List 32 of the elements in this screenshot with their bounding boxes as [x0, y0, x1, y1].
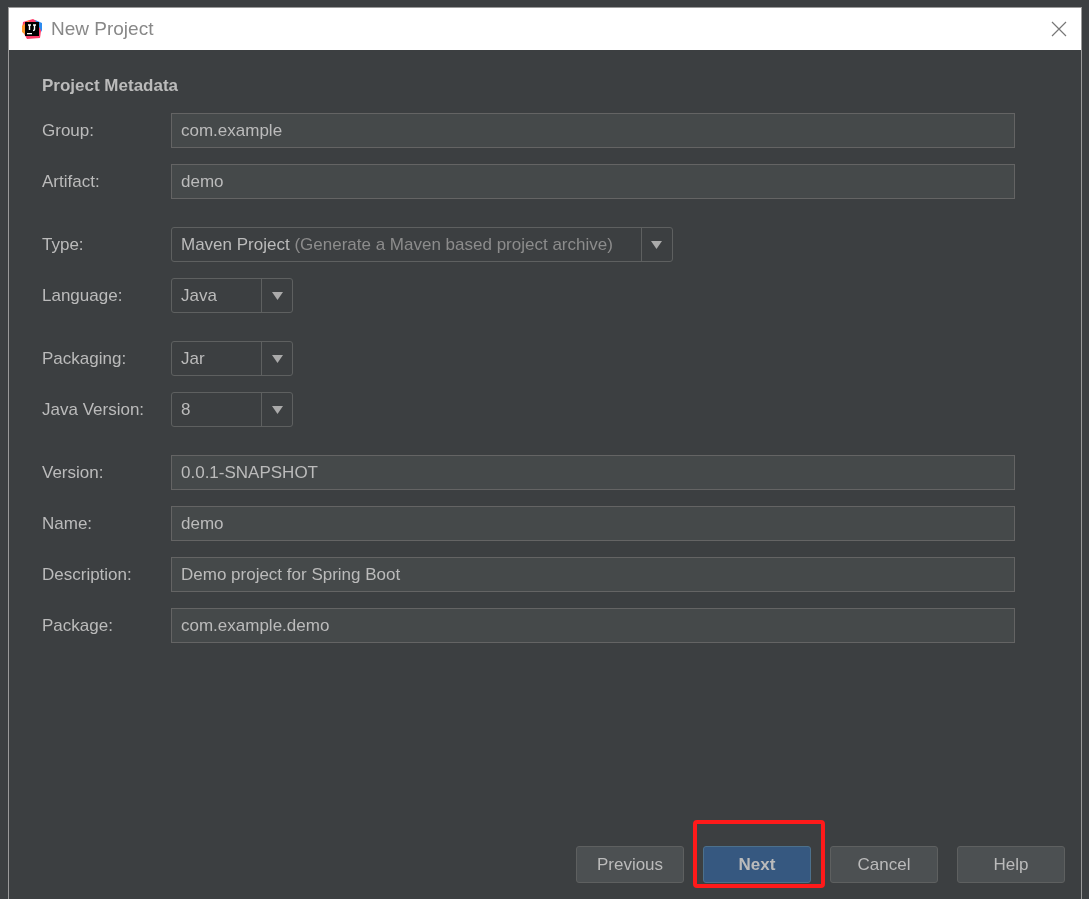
input-field[interactable]: demo: [171, 506, 1015, 541]
window-title: New Project: [51, 18, 155, 40]
caret-icon: [271, 291, 283, 300]
field-label: Java Version:: [42, 399, 146, 420]
field-label: Version:: [42, 462, 105, 483]
field-label: Type:: [42, 234, 85, 255]
field-label: Packaging:: [42, 348, 128, 369]
caret-icon: [271, 405, 283, 414]
caret-icon: [651, 240, 663, 249]
input-field[interactable]: demo: [171, 164, 1015, 199]
input-field[interactable]: 0.0.1-SNAPSHOT: [171, 455, 1015, 490]
dropdown[interactable]: Java: [171, 278, 293, 313]
field-label: Package:: [42, 615, 114, 636]
input-field[interactable]: com.example: [171, 113, 1015, 148]
help-button[interactable]: Help: [957, 846, 1065, 883]
field-label: Artifact:: [42, 171, 101, 192]
cancel-button[interactable]: Cancel: [830, 846, 938, 883]
caret-icon: [271, 354, 283, 363]
dropdown[interactable]: 8: [171, 392, 293, 427]
field-label: Language:: [42, 285, 124, 306]
field-label: Group:: [42, 120, 95, 141]
next-button[interactable]: Next: [703, 846, 811, 883]
input-field[interactable]: com.example.demo: [171, 608, 1015, 643]
dropdown[interactable]: Maven Project (Generate a Maven based project archive): [171, 227, 673, 262]
input-field[interactable]: Demo project for Spring Boot: [171, 557, 1015, 592]
previous-button[interactable]: Previous: [576, 846, 684, 883]
field-label: Description:: [42, 564, 133, 585]
dropdown[interactable]: Jar: [171, 341, 293, 376]
section-title: Project Metadata: [42, 76, 180, 96]
close-icon[interactable]: [1051, 21, 1067, 37]
app-logo-icon: [21, 18, 43, 40]
field-label: Name:: [42, 513, 94, 534]
